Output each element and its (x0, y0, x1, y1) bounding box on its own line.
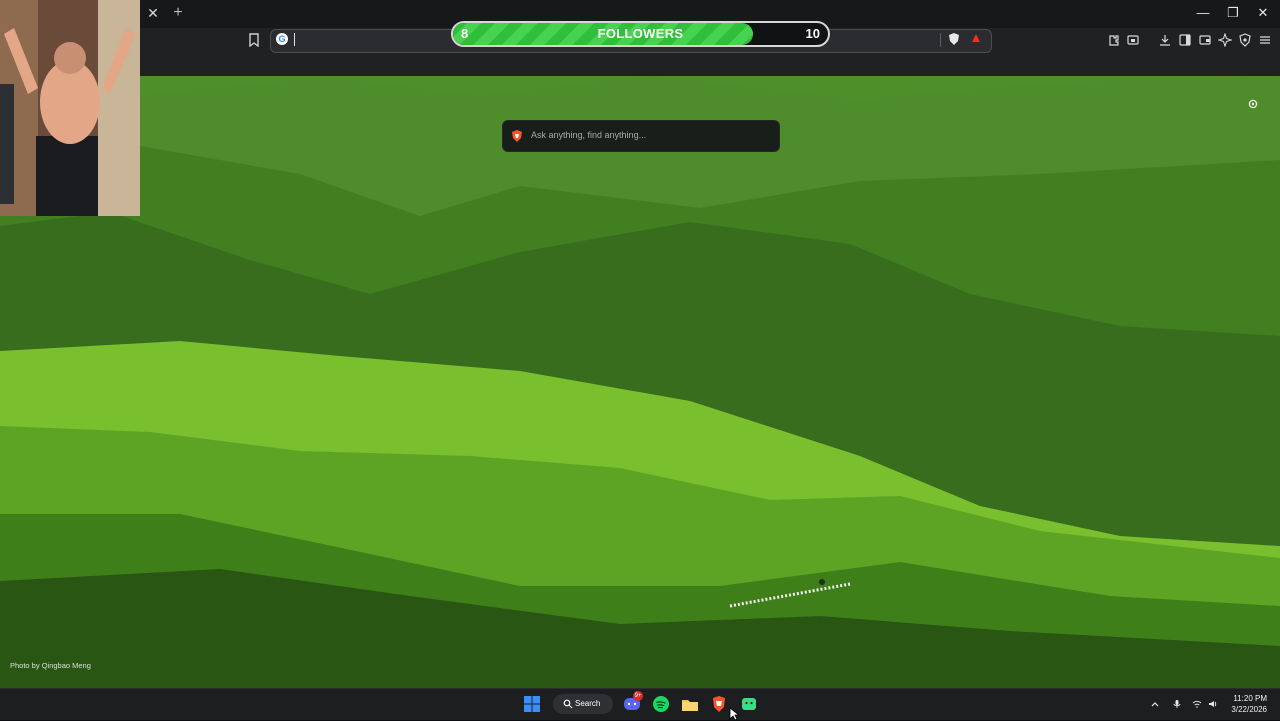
android-app-icon[interactable] (740, 695, 758, 713)
gear-icon[interactable] (1247, 98, 1259, 110)
text-cursor (294, 33, 295, 46)
tray-chevron-up-icon[interactable] (1150, 699, 1160, 709)
brave-shield-icon[interactable] (949, 33, 959, 45)
minimize-button[interactable]: — (1188, 4, 1218, 22)
taskbar-search-button[interactable]: Search (553, 694, 613, 714)
brave-rewards-icon[interactable] (971, 33, 981, 43)
wallpaper-hills (0, 76, 1280, 688)
address-divider (940, 33, 941, 47)
file-explorer-icon[interactable] (681, 695, 699, 713)
photo-credit: Photo by Qingbao Meng (10, 661, 91, 670)
discord-notification-badge: 9+ (633, 691, 643, 701)
mouse-pointer-icon (729, 707, 739, 721)
followers-goal-label: FOLLOWERS (597, 26, 684, 41)
download-icon[interactable] (1158, 33, 1172, 47)
bookmark-icon[interactable] (248, 33, 260, 47)
new-tab-button[interactable]: + (170, 4, 186, 22)
close-window-button[interactable]: ✕ (1248, 4, 1278, 22)
wifi-icon[interactable] (1192, 699, 1202, 709)
spotify-icon[interactable] (652, 695, 670, 713)
brave-lion-icon (512, 130, 522, 142)
followers-goal-bar: 8 FOLLOWERS 10 (451, 21, 830, 47)
webcam-overlay (0, 0, 140, 216)
landscape-wallpaper (0, 76, 1280, 688)
taskbar-time[interactable]: 11:20 PM (1222, 694, 1267, 703)
extensions-icon[interactable] (1107, 33, 1121, 47)
search-placeholder: Ask anything, find anything... (531, 130, 647, 140)
vpn-shield-icon[interactable] (1238, 33, 1252, 47)
sidebar-icon[interactable] (1178, 33, 1192, 47)
followers-goal-target: 10 (805, 26, 820, 41)
brave-browser-icon[interactable] (710, 695, 728, 713)
media-icon[interactable] (1126, 33, 1140, 47)
leo-ai-icon[interactable] (1218, 33, 1232, 47)
wallet-icon[interactable] (1198, 33, 1212, 47)
menu-icon[interactable] (1258, 33, 1272, 47)
search-icon (563, 699, 573, 709)
tab-close-button[interactable]: ✕ (144, 4, 162, 22)
microphone-icon[interactable] (1172, 699, 1182, 709)
volume-icon[interactable] (1208, 699, 1218, 709)
windows-start-icon[interactable] (523, 695, 541, 713)
restore-button[interactable]: ❐ (1218, 4, 1248, 22)
google-icon: G (276, 33, 288, 45)
taskbar-date[interactable]: 3/22/2026 (1222, 705, 1267, 714)
